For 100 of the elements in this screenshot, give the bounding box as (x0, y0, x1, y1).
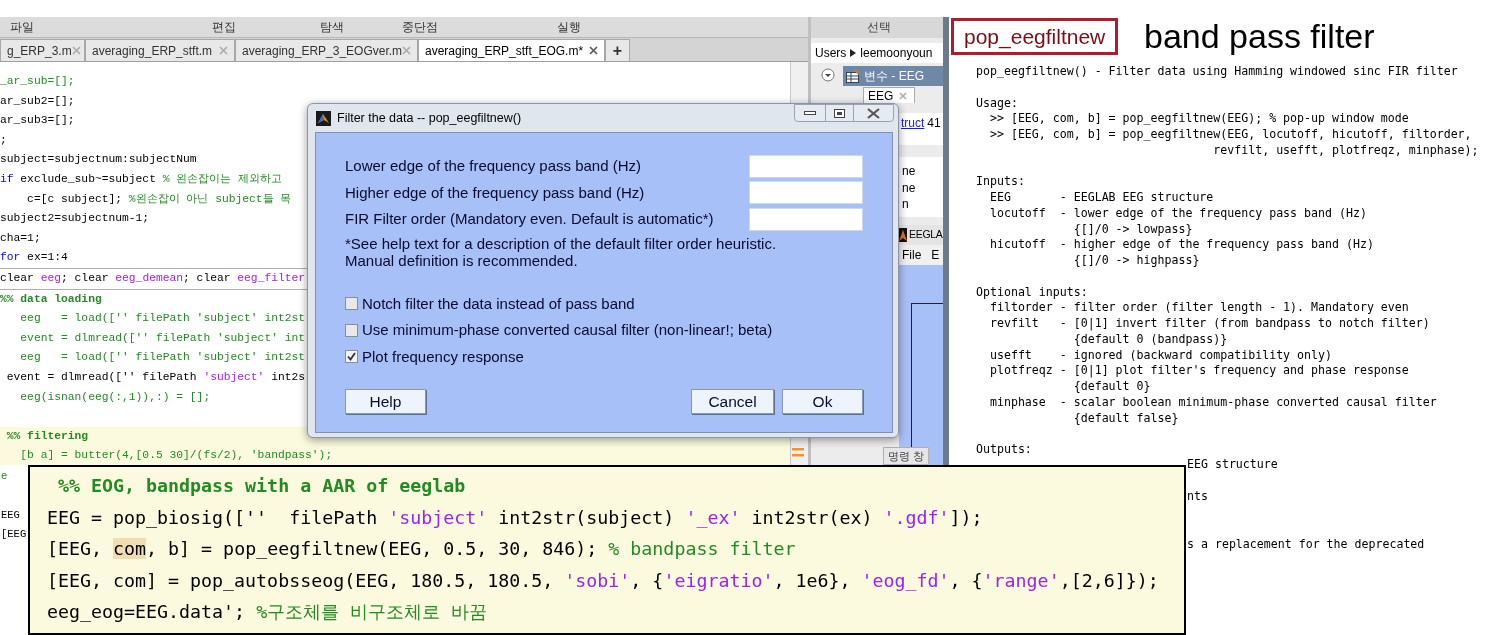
field-label: FIR Filter order (Mandatory even. Default is automatic*) (345, 209, 714, 229)
text-input[interactable] (749, 181, 863, 205)
help-heading: Inputs: (976, 174, 1026, 190)
help-text-line: hicutoff - higher edge of the frequency pass band (Hz) (988, 237, 1375, 253)
help-text-line: pop_eegfiltnew() - Filter data using Hamming windowed sinc FIR filter (976, 64, 1459, 80)
help-heading: Outputs: (976, 442, 1033, 458)
menu-item[interactable]: E (931, 245, 940, 265)
path-segment[interactable]: leemoonyoun (860, 44, 933, 62)
minimize-icon (804, 111, 816, 115)
window-title: Filter the data -- pop_eegfiltnew() (337, 109, 522, 127)
code-line: subject2=subjectnum-1; (0, 211, 150, 227)
help-text-line: nts (1187, 489, 1208, 505)
note-text: *See help text for a description of the default filter order heuristic. (345, 234, 778, 252)
help-text-line: s a replacement for the deprecated (1187, 537, 1425, 553)
help-text-line: {default false} (1072, 410, 1180, 427)
help-heading: Usage: (976, 95, 1019, 112)
caption-text: band pass filter (1144, 16, 1375, 56)
code-line: EEG (1, 508, 20, 523)
help-text-line: plotfreqz - [0|1] plot filter's frequency and phase response (988, 363, 1410, 379)
file-tab[interactable]: g_ERP_3.m (0, 39, 85, 61)
path-bar[interactable]: Users leemoonyoun (811, 43, 946, 63)
code-line: [EEG, com] = pop_autobsseog(EEG, 180.5, 180.5, 'sobi', {'eigratio', 1e6}, 'eog_fd', {'range',[2,6]}); (47, 568, 1160, 593)
file-tab[interactable]: averaging_ERP_3_EOGver.m (235, 39, 418, 61)
help-text-line: {default 0 (bandpass)} (1072, 331, 1229, 348)
note-text: Manual definition is recommended. (345, 251, 579, 269)
text-input[interactable] (749, 154, 863, 178)
help-heading: Optional inputs: (976, 284, 1089, 301)
help-text-line: filtorder - filter order (filter length - 1). Mandatory even (988, 300, 1410, 316)
code-line: clear eeg; clear eeg_demean; clear eeg_filter (0, 270, 306, 286)
dialog-button[interactable]: Ok (782, 389, 863, 414)
file-tab[interactable]: averaging_ERP_stft_EOG.m* (418, 39, 605, 61)
menu-item[interactable]: 파일 (8, 19, 36, 35)
checkbox[interactable] (345, 323, 358, 337)
code-line: cha=1; (0, 230, 41, 246)
dropdown-icon[interactable] (821, 68, 835, 82)
dialog-button[interactable]: Help (345, 389, 426, 414)
menu-item[interactable]: File (902, 245, 922, 265)
close-icon[interactable] (589, 46, 598, 55)
peak-logo-icon (316, 110, 331, 126)
checkbox-label: Plot frequency response (362, 346, 524, 367)
help-text-line: >> [EEG, com, b] = pop_eegfiltnew(EEG); % pop-up window mode (988, 111, 1410, 127)
code-line: for ex=1:4 (0, 250, 68, 266)
variable-tab[interactable]: EEG (863, 87, 915, 103)
help-text-line: >> [EEG, com, b] = pop_eegfiltnew(EEG, locutoff, hicutoff, filtorder, (988, 127, 1473, 143)
field-label: Lower edge of the frequency pass band (Hz) (345, 156, 641, 176)
code-line: e (1, 469, 8, 484)
code-line: ; (0, 132, 7, 148)
panel-header: 선택 (811, 17, 946, 38)
checkbox[interactable] (345, 297, 358, 311)
code-line: ar_sub3=[]; (0, 113, 75, 129)
code-line: ar_sub2=[]; (0, 93, 75, 109)
code-line: [b a] = butter(4,[0.5 30]/(fs/2), 'bandpass'); (19, 448, 333, 464)
menu-item[interactable]: 탐색 (318, 19, 346, 35)
help-text-line: {default 0} (1072, 379, 1152, 395)
checkbox-label: Notch filter the data instead of pass band (362, 293, 635, 314)
command-window-tab[interactable]: 명령 창 (883, 447, 930, 465)
code-line: if exclude_sub~=subject % 왼손잡이는 제외하고 (0, 171, 283, 187)
dialog-button[interactable]: Cancel (691, 389, 774, 414)
code-line: [EEG, com, b] = pop_eegfiltnew(EEG, 0.5, 30, 846); % bandpass filter (47, 537, 797, 561)
menu-item[interactable]: 편집 (210, 19, 238, 35)
maximize-icon (834, 108, 845, 118)
field-name[interactable]: ne (902, 179, 946, 196)
variables-title-bar: 변수 - EEG (843, 66, 946, 86)
code-line: eeg = load(['' filePath 'subject' int2st (19, 350, 306, 366)
checkbox[interactable] (345, 350, 358, 364)
field-label: Higher edge of the frequency pass band (Hz) (345, 182, 645, 203)
help-text-line: {[]/0 -> lowpass} (1072, 221, 1194, 238)
eeglab-title-bar: EEGLA (899, 225, 946, 245)
caret-icon (850, 49, 857, 57)
code-line: eeg_eog=EEG.data'; %구조체를 비구조체로 바꿈 (47, 600, 489, 624)
code-line: event = dlmread(['' filePath 'subject' int (19, 330, 306, 346)
menu-item[interactable]: 중단점 (400, 19, 440, 35)
code-line: %% data loading (0, 291, 102, 307)
code-line: [EEG (1, 527, 27, 542)
code-line: subject=subjectnum:subjectNum (0, 152, 197, 168)
peak-logo-icon (899, 228, 907, 242)
code-line: eeg = load(['' filePath 'subject' int2st (19, 311, 306, 327)
warning-marker-icon[interactable] (792, 448, 804, 457)
code-line: c=[c subject]; %왼손잡이 아닌 subject들 목 (26, 191, 292, 207)
help-text-line: EEG structure (1187, 457, 1278, 473)
file-tab[interactable]: averaging_ERP_stft.m (85, 39, 235, 61)
code-line: eeg(isnan(eeg(:,1)),:) = []; (19, 389, 211, 405)
checkbox-label: Use minimum-phase converted causal filter (non-linear!; beta) (362, 320, 773, 340)
text-input[interactable] (749, 207, 863, 231)
help-text-line: revfilt - [0|1] invert filter (from bandpass to notch filter) (988, 316, 1431, 332)
field-name[interactable]: n (902, 196, 946, 213)
help-text-line: minphase - scalar boolean minimum-phase converted causal filter (988, 394, 1438, 411)
struct-size: 41 (927, 115, 941, 131)
code-line: %% EOG, bandpass with a AAR of eeglab (57, 474, 467, 498)
function-name-label: pop_eegfiltnew (951, 18, 1119, 55)
help-text-line: EEG - EEGLAB EEG structure (988, 190, 1215, 206)
menu-item[interactable]: 실행 (555, 19, 583, 35)
struct-link[interactable]: truct (901, 115, 925, 131)
path-segment[interactable]: Users (815, 44, 847, 62)
new-tab-button[interactable]: + (605, 39, 630, 61)
field-name[interactable]: ne (902, 163, 946, 180)
help-text-line: revfilt, usefft, plotfreqz, minphase); (1212, 142, 1479, 159)
code-line: _ar_sub=[]; (0, 74, 75, 89)
help-text-line: {[]/0 -> highpass} (1072, 253, 1201, 269)
table-icon (846, 69, 860, 83)
